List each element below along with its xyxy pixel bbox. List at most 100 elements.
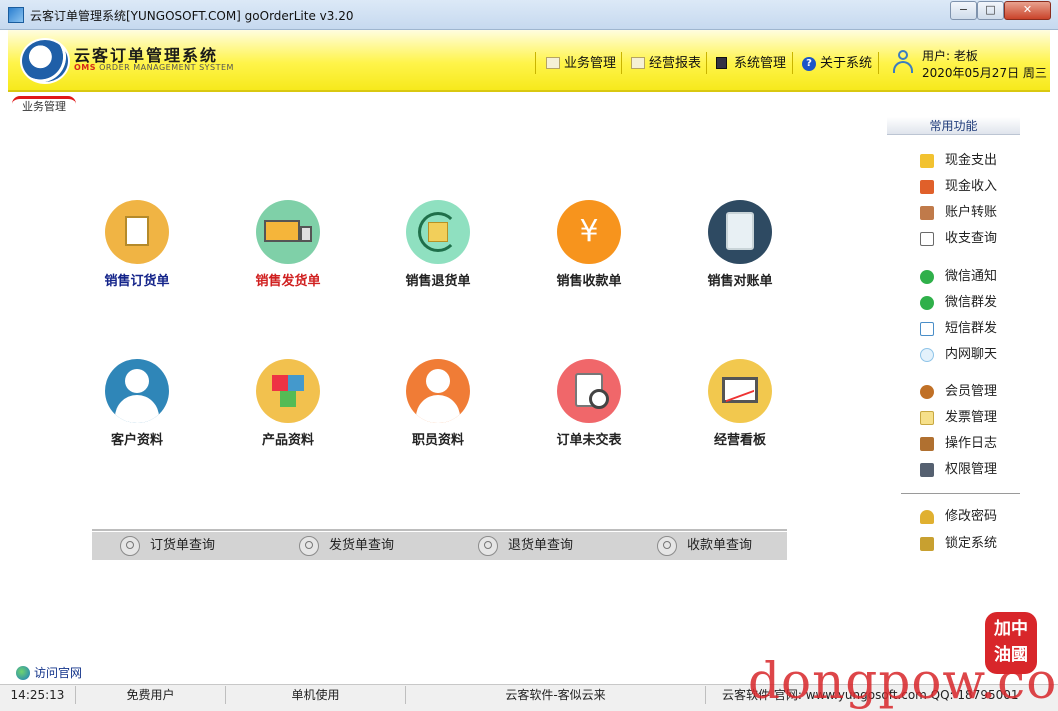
permission-icon bbox=[920, 463, 934, 477]
side-item-label: 账户转账 bbox=[945, 205, 998, 220]
tile-label: 销售收款单 bbox=[556, 274, 622, 289]
side-item-permissions[interactable]: 权限管理 bbox=[918, 461, 997, 479]
status-user-type: 免费用户 bbox=[76, 686, 226, 704]
window-titlebar[interactable]: 云客订单管理系统[YUNGOSOFT.COM] goOrderLite v3.2… bbox=[0, 0, 1058, 30]
side-item-invoices[interactable]: 发票管理 bbox=[918, 409, 997, 427]
return-icon bbox=[406, 200, 470, 264]
status-time: 14:25:13 bbox=[0, 686, 76, 704]
maximize-button[interactable]: □ bbox=[977, 1, 1004, 20]
tile-label: 销售对账单 bbox=[707, 274, 773, 289]
tile-dashboard[interactable]: 经营看板 bbox=[685, 359, 795, 469]
side-panel-title: 常用功能 bbox=[887, 117, 1020, 135]
lock-icon bbox=[920, 537, 934, 551]
tile-staff[interactable]: 职员资料 bbox=[383, 359, 493, 469]
side-item-label: 锁定系统 bbox=[945, 536, 998, 551]
clipboard-icon bbox=[708, 200, 772, 264]
order-doc-icon bbox=[105, 200, 169, 264]
menu-reports[interactable]: 经营报表 bbox=[631, 55, 701, 73]
query-icon bbox=[920, 232, 934, 246]
member-icon bbox=[920, 385, 934, 399]
side-panel-divider bbox=[901, 493, 1020, 494]
visit-website-link[interactable]: 访问官网 bbox=[16, 665, 82, 681]
side-item-change-password[interactable]: 修改密码 bbox=[918, 508, 997, 526]
report-icon bbox=[631, 57, 645, 69]
invoice-icon bbox=[920, 411, 934, 425]
query-label: 退货单查询 bbox=[508, 538, 574, 553]
side-item-label: 收支查询 bbox=[945, 231, 998, 246]
pending-orders-icon bbox=[557, 359, 621, 423]
side-item-label: 短信群发 bbox=[945, 321, 998, 336]
tile-label: 产品资料 bbox=[261, 433, 314, 448]
side-item-label: 微信通知 bbox=[945, 269, 998, 284]
side-item-sms[interactable]: 短信群发 bbox=[918, 320, 997, 338]
tile-label: 订单未交表 bbox=[556, 433, 622, 448]
logo-sub-text: ORDER MANAGEMENT SYSTEM bbox=[96, 63, 234, 72]
menu-separator bbox=[621, 52, 622, 74]
return-query-button[interactable]: 退货单查询 bbox=[478, 536, 573, 556]
side-item-label: 会员管理 bbox=[945, 384, 998, 399]
tab-business[interactable]: 业务管理 bbox=[12, 96, 76, 114]
wechat-notify-icon bbox=[920, 270, 934, 284]
menu-reports-label: 经营报表 bbox=[649, 56, 702, 71]
system-icon bbox=[716, 57, 727, 69]
logo-subtitle: OMS ORDER MANAGEMENT SYSTEM bbox=[74, 63, 234, 72]
side-item-members[interactable]: 会员管理 bbox=[918, 383, 997, 401]
tile-sales-delivery[interactable]: 销售发货单 bbox=[233, 200, 343, 310]
menu-system[interactable]: 系统管理 bbox=[716, 55, 786, 73]
product-cubes-icon bbox=[256, 359, 320, 423]
side-item-cash-out[interactable]: 现金支出 bbox=[918, 152, 997, 170]
query-label: 订货单查询 bbox=[150, 538, 216, 553]
side-item-cash-in[interactable]: 现金收入 bbox=[918, 178, 997, 196]
tile-label: 销售退货单 bbox=[405, 274, 471, 289]
search-icon bbox=[478, 536, 498, 556]
transfer-icon bbox=[920, 206, 934, 220]
menu-business-label: 业务管理 bbox=[564, 56, 617, 71]
side-item-label: 发票管理 bbox=[945, 410, 998, 425]
menu-business[interactable]: 业务管理 bbox=[546, 55, 616, 73]
side-item-lock-system[interactable]: 锁定系统 bbox=[918, 535, 997, 553]
status-mode: 单机使用 bbox=[226, 686, 406, 704]
cash-in-icon bbox=[920, 180, 934, 194]
current-date: 2020年05月27日 周三 bbox=[922, 66, 1047, 80]
customer-icon bbox=[105, 359, 169, 423]
key-icon bbox=[920, 510, 934, 524]
tile-sales-return[interactable]: 销售退货单 bbox=[383, 200, 493, 310]
minimize-button[interactable]: − bbox=[950, 1, 977, 20]
side-item-wechat-broadcast[interactable]: 微信群发 bbox=[918, 294, 997, 312]
staff-icon bbox=[406, 359, 470, 423]
close-button[interactable]: ✕ bbox=[1004, 1, 1051, 20]
query-label: 收款单查询 bbox=[687, 538, 753, 553]
receipt-query-button[interactable]: 收款单查询 bbox=[657, 536, 752, 556]
app-header: 云客订单管理系统 OMS ORDER MANAGEMENT SYSTEM 业务管… bbox=[8, 30, 1050, 92]
menu-separator bbox=[878, 52, 879, 74]
menu-about[interactable]: ? 关于系统 bbox=[802, 55, 872, 73]
status-slogan: 云客软件-客似云来 bbox=[406, 686, 706, 704]
side-item-logs[interactable]: 操作日志 bbox=[918, 435, 997, 453]
query-bar: 订货单查询 发货单查询 退货单查询 收款单查询 bbox=[92, 532, 787, 560]
side-item-label: 修改密码 bbox=[945, 509, 998, 524]
side-item-transfer[interactable]: 账户转账 bbox=[918, 204, 997, 222]
menu-separator bbox=[535, 52, 536, 74]
query-label: 发货单查询 bbox=[329, 538, 395, 553]
side-item-income-query[interactable]: 收支查询 bbox=[918, 230, 997, 248]
tile-sales-statement[interactable]: 销售对账单 bbox=[685, 200, 795, 310]
menu-system-label: 系统管理 bbox=[734, 56, 787, 71]
tile-sales-order[interactable]: 销售订货单 bbox=[82, 200, 192, 310]
tile-products[interactable]: 产品资料 bbox=[233, 359, 343, 469]
menu-about-label: 关于系统 bbox=[820, 56, 873, 71]
wechat-broadcast-icon bbox=[920, 296, 934, 310]
tile-sales-receipt[interactable]: ¥ 销售收款单 bbox=[534, 200, 644, 310]
tile-pending-orders[interactable]: 订单未交表 bbox=[534, 359, 644, 469]
delivery-truck-icon bbox=[256, 200, 320, 264]
yuan-glyph: ¥ bbox=[579, 214, 599, 249]
side-item-wechat-notify[interactable]: 微信通知 bbox=[918, 268, 997, 286]
tile-customers[interactable]: 客户资料 bbox=[82, 359, 192, 469]
search-icon bbox=[299, 536, 319, 556]
side-item-chat[interactable]: 内网聊天 bbox=[918, 346, 997, 364]
yuan-icon: ¥ bbox=[557, 200, 621, 264]
delivery-query-button[interactable]: 发货单查询 bbox=[299, 536, 394, 556]
order-query-button[interactable]: 订货单查询 bbox=[120, 536, 215, 556]
user-icon bbox=[890, 49, 916, 75]
menu-separator bbox=[792, 52, 793, 74]
visit-label: 访问官网 bbox=[34, 666, 83, 680]
